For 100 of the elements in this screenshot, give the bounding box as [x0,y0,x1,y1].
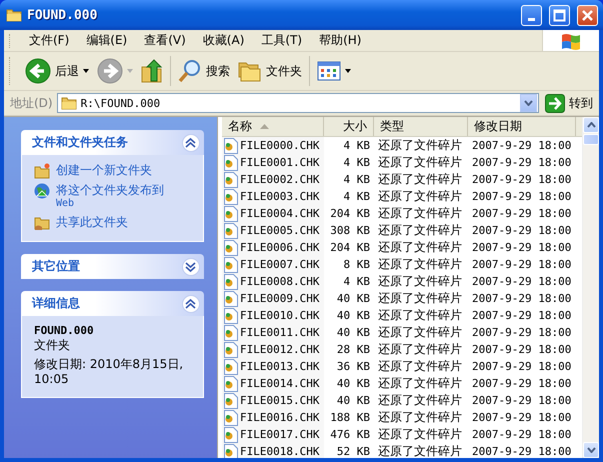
file-size: 36 KB [336,359,371,375]
file-name[interactable]: FILE0016.CHK [222,409,324,426]
modified-date: 2007-9-29 18:00 [471,257,572,273]
column-header[interactable]: 大小 [324,117,374,136]
scrollbar[interactable] [582,117,599,458]
collapse-chevron-icon[interactable] [182,294,200,312]
panel-title: 详细信息 [32,295,81,312]
file-icon [224,324,238,340]
file-name[interactable]: FILE0014.CHK [222,375,324,392]
modified-date: 2007-9-29 18:00 [471,342,572,358]
modified-date: 2007-9-29 18:00 [471,393,572,409]
search-icon [178,59,202,83]
menu-item[interactable]: 编辑(E) [78,32,136,49]
file-type: 还原了文件碎片 [377,409,463,426]
modified-date: 2007-9-29 18:00 [471,172,572,188]
modified-date: 2007-9-29 18:00 [471,138,572,154]
file-icon [224,392,238,408]
file-size: 40 KB [336,325,371,341]
file-name[interactable]: FILE0012.CHK [222,341,324,358]
expand-chevron-icon[interactable] [182,258,200,276]
file-icon [224,206,238,222]
file-name[interactable]: FILE0004.CHK [222,205,324,222]
file-type: 还原了文件碎片 [377,239,463,256]
file-name[interactable]: FILE0003.CHK [222,188,324,205]
close-button[interactable] [577,4,598,26]
column-header[interactable]: 类型 [374,117,468,136]
file-name[interactable]: FILE0002.CHK [222,171,324,188]
modified-date: 2007-9-29 18:00 [471,376,572,392]
menu-item[interactable]: 帮助(H) [311,32,370,49]
file-name[interactable]: FILE0011.CHK [222,324,324,341]
globe-icon [34,183,50,199]
file-name[interactable]: FILE0008.CHK [222,273,324,290]
back-button[interactable]: 后退 [21,55,93,87]
file-name[interactable]: FILE0013.CHK [222,358,324,375]
column-header[interactable]: 名称 [222,117,324,136]
folder-type: 文件夹 [34,338,71,353]
go-button[interactable]: 转到 [543,94,595,112]
menu-item[interactable]: 收藏(A) [194,32,254,49]
file-icon [224,376,238,392]
menu-item[interactable]: 文件(F) [21,32,78,49]
scroll-down-button[interactable] [583,442,599,458]
file-size: 4 KB [342,155,371,171]
search-button[interactable]: 搜索 [174,56,234,86]
file-size: 8 KB [342,257,371,273]
column-header[interactable]: 修改日期 [468,117,576,136]
menu-item[interactable]: 工具(T) [253,32,312,49]
file-name[interactable]: FILE0017.CHK [222,426,324,443]
file-icon [224,138,238,154]
scroll-up-button[interactable] [583,117,599,133]
modified-date: 2007-9-29 18:00 [471,325,572,341]
panel-title: 文件和文件夹任务 [32,134,129,151]
file-icon [224,308,238,324]
file-size: 476 KB [329,427,371,443]
file-size: 40 KB [336,393,371,409]
modified-date: 2007-9-29 18:00 [471,155,572,171]
task-link[interactable]: 创建一个新文件夹 [56,163,152,177]
file-size: 4 KB [342,172,371,188]
menu-item[interactable]: 查看(V) [136,32,195,49]
minimize-icon [528,18,535,20]
task-link[interactable]: 将这个文件夹发布到 Web [56,183,164,211]
file-type: 还原了文件碎片 [377,290,463,307]
file-name[interactable]: FILE0015.CHK [222,392,324,409]
file-type: 还原了文件碎片 [377,273,463,290]
file-size: 52 KB [336,444,371,458]
dropdown-arrow-icon [127,69,133,73]
modified-date: 2007-9-29 18:00 [471,444,572,458]
file-name[interactable]: FILE0005.CHK [222,222,324,239]
file-name[interactable]: FILE0018.CHK [222,443,324,458]
flag-logo-icon [560,32,582,50]
address-field[interactable]: R:\FOUND.000 [56,93,539,113]
new-folder-icon [34,163,50,179]
address-label: 地址(D) [10,94,53,112]
file-name[interactable]: FILE0007.CHK [222,256,324,273]
window-title: FOUND.000 [27,8,98,22]
file-size: 204 KB [329,206,371,222]
folders-button[interactable]: 文件夹 [234,57,306,85]
file-name[interactable]: FILE0001.CHK [222,154,324,171]
file-name[interactable]: FILE0010.CHK [222,307,324,324]
folder-icon [6,8,22,22]
modified-date: 2007-9-29 18:00 [471,410,572,426]
scroll-thumb[interactable] [583,134,599,145]
file-type: 还原了文件碎片 [377,426,463,443]
file-name[interactable]: FILE0009.CHK [222,290,324,307]
file-icon [224,172,238,188]
folder-name: FOUND.000 [34,324,95,337]
file-icon [224,444,238,458]
down-chevron-icon [586,447,596,453]
file-size: 40 KB [336,376,371,392]
file-name[interactable]: FILE0000.CHK [222,137,324,154]
folders-icon [238,60,262,82]
folder-up-icon [141,59,163,83]
maximize-button[interactable] [549,4,570,26]
file-name[interactable]: FILE0006.CHK [222,239,324,256]
task-link[interactable]: 共享此文件夹 [56,215,128,229]
minimize-button[interactable] [521,4,542,26]
folder-icon [60,96,77,110]
file-size: 308 KB [329,223,371,239]
dropdown-arrow-icon [345,69,351,73]
file-icon [224,188,238,204]
collapse-chevron-icon[interactable] [182,134,200,152]
